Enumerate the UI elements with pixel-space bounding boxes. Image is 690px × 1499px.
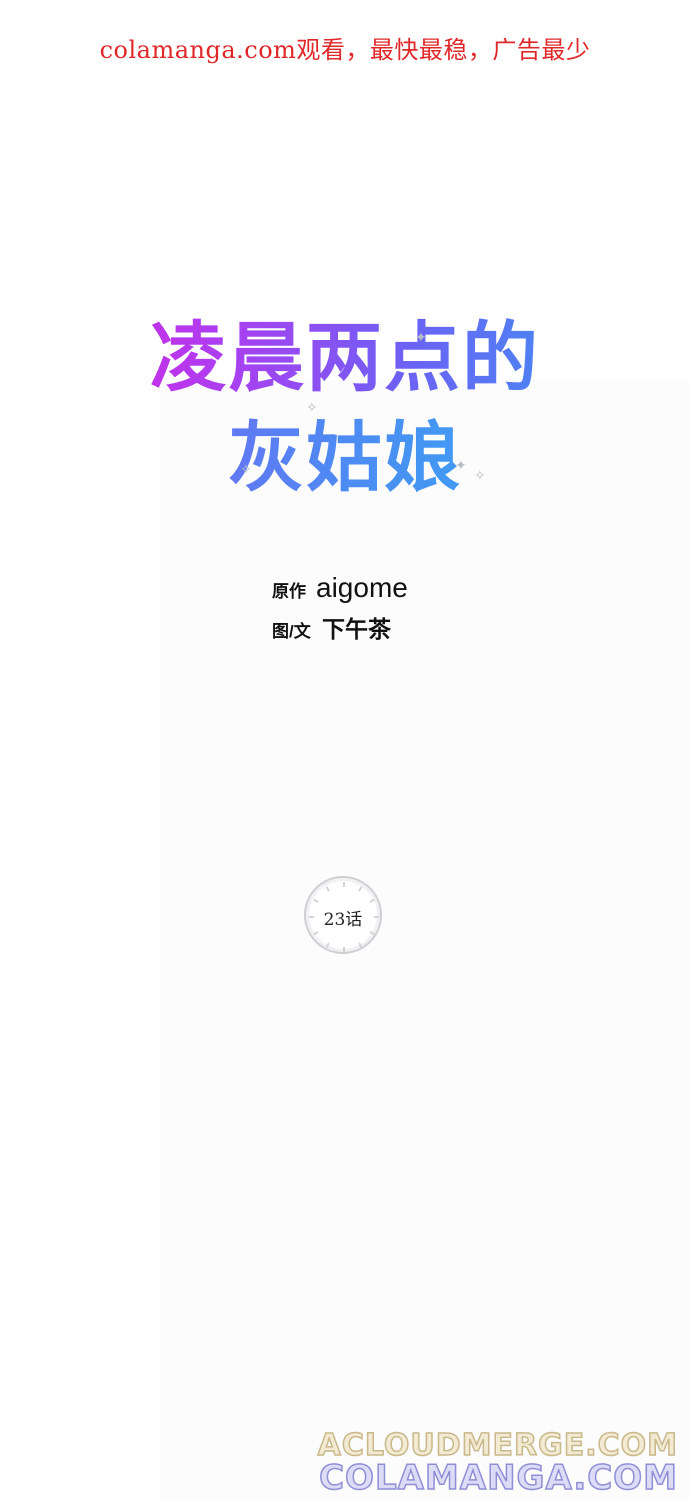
clock-tick bbox=[343, 947, 345, 952]
chapter-clock-badge: 23话 bbox=[304, 876, 382, 954]
site-banner: colamanga.com观看，最快最稳，广告最少 bbox=[99, 36, 591, 64]
credit-art-label: 图/文 bbox=[272, 622, 311, 641]
clock-tick bbox=[358, 942, 363, 948]
credit-art-value: 下午茶 bbox=[322, 616, 391, 642]
watermark-colamanga: COLAMANGA.COM bbox=[318, 1457, 678, 1499]
clock-tick bbox=[358, 886, 363, 892]
credit-original-value: aigome bbox=[316, 572, 408, 603]
page-background bbox=[160, 380, 690, 1499]
clock-tick bbox=[325, 942, 330, 948]
clock-tick bbox=[369, 931, 375, 936]
clock-tick bbox=[325, 886, 330, 892]
credit-art: 图/文 下午茶 bbox=[272, 610, 408, 648]
credit-original-label: 原作 bbox=[272, 582, 306, 601]
credit-original: 原作 aigome bbox=[272, 572, 408, 610]
sparkle-icon: ✦ bbox=[415, 330, 427, 346]
clock-tick bbox=[343, 882, 345, 887]
sparkle-icon: ✧ bbox=[474, 468, 486, 484]
sparkle-icon: ✦ bbox=[455, 458, 467, 474]
clock-tick bbox=[369, 898, 375, 903]
comic-title-line-2: 灰姑娘 bbox=[0, 396, 690, 506]
clock-tick bbox=[313, 931, 319, 936]
clock-tick bbox=[313, 898, 319, 903]
sparkle-icon: ✧ bbox=[306, 400, 318, 416]
chapter-label: 23话 bbox=[323, 910, 363, 930]
sparkle-icon: ✧ bbox=[240, 462, 252, 478]
credits-block: 原作 aigome 图/文 下午茶 bbox=[272, 572, 408, 648]
comic-title-line-1: 凌晨两点的 bbox=[0, 296, 690, 406]
